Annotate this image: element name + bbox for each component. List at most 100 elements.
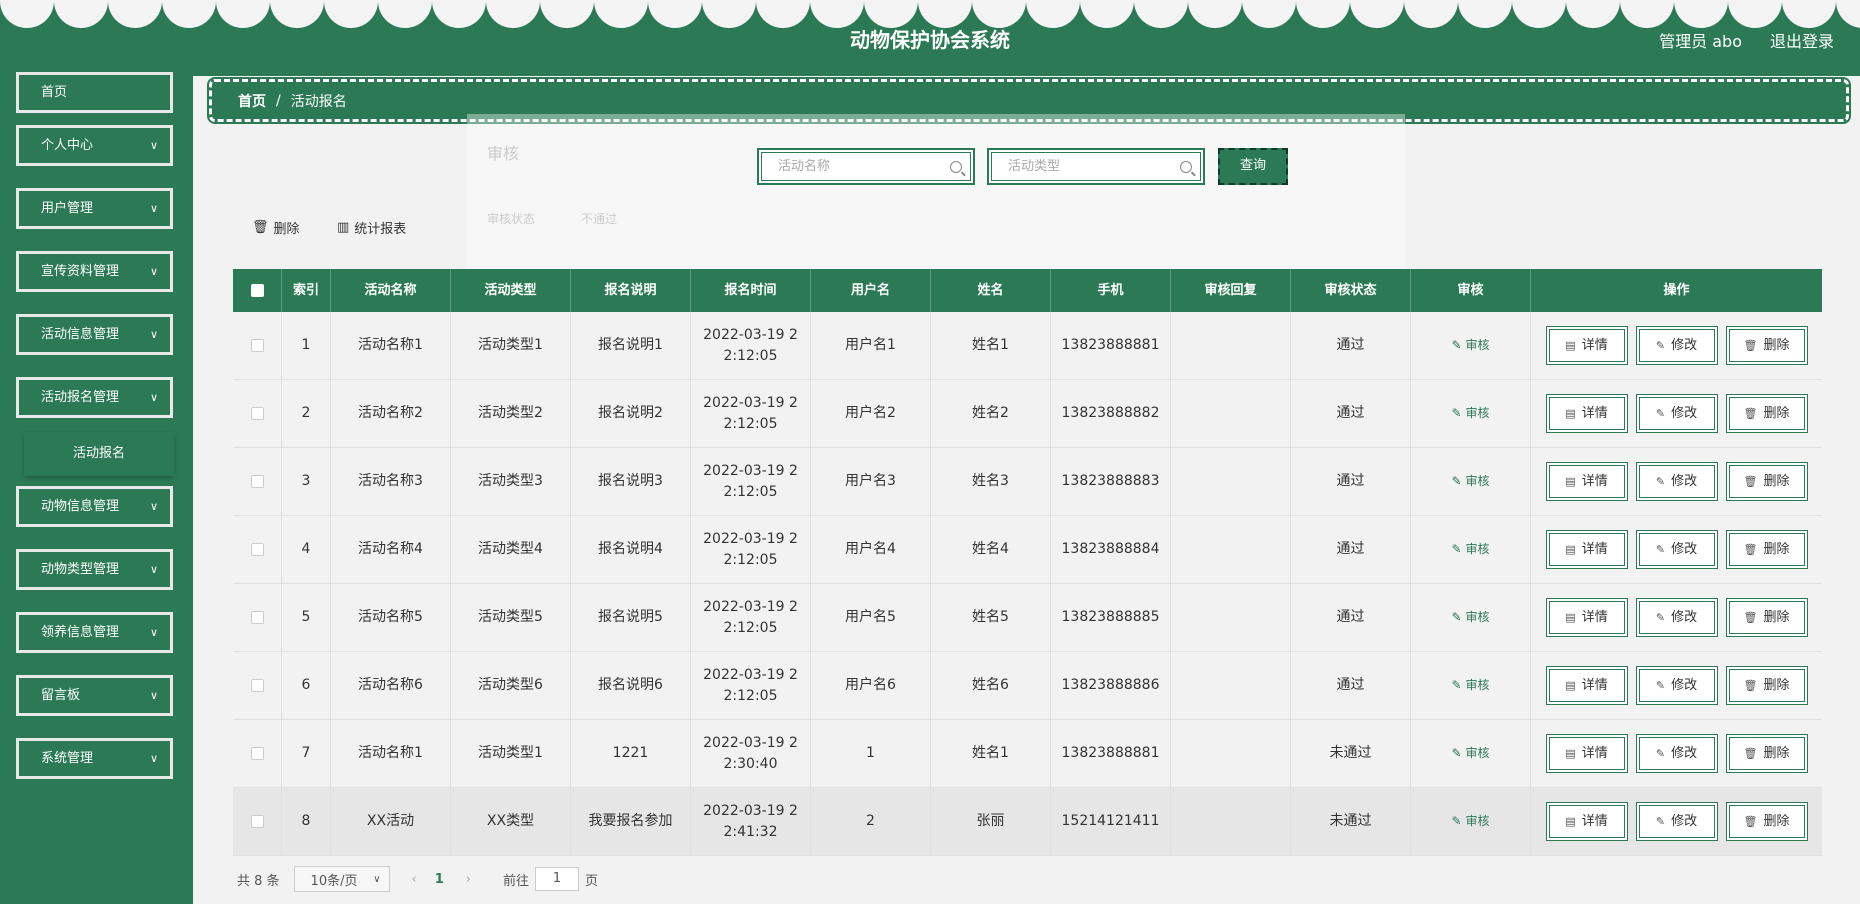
detail-button[interactable]: ▤ 详情	[1545, 326, 1628, 365]
delete-button[interactable]: 🗑 删除	[1725, 530, 1808, 569]
row-select-cell[interactable]	[233, 652, 282, 719]
sidebar-item-system-management[interactable]: 系统管理 ∨	[16, 738, 173, 779]
row-checkbox[interactable]	[250, 611, 264, 624]
header-select-all[interactable]	[233, 269, 282, 312]
cell-audit-reply	[1171, 516, 1291, 583]
cell-index: 2	[282, 380, 331, 447]
cell-audit-reply	[1171, 380, 1291, 447]
detail-button[interactable]: ▤ 详情	[1545, 802, 1628, 841]
edit-icon: ✎	[1655, 815, 1666, 828]
signup-time-line1: 2022-03-19 2	[703, 666, 798, 683]
sidebar-item-message-board[interactable]: 留言板 ∨	[16, 675, 173, 716]
row-checkbox[interactable]	[250, 679, 264, 692]
audit-link[interactable]: ✎ 审核	[1452, 471, 1490, 492]
sidebar-item-home[interactable]: 首页	[16, 72, 173, 113]
delete-button[interactable]: 🗑 删除	[1725, 598, 1808, 637]
detail-button[interactable]: ▤ 详情	[1545, 598, 1628, 637]
edit-button[interactable]: ✎ 修改	[1635, 802, 1718, 841]
sidebar-item-user-management[interactable]: 用户管理 ∨	[16, 188, 173, 229]
header-phone: 手机	[1051, 269, 1171, 312]
cell-audit-reply	[1171, 448, 1291, 515]
activity-name-input[interactable]	[778, 159, 950, 174]
row-select-cell[interactable]	[233, 448, 282, 515]
admin-user-label[interactable]: 管理员 abo	[1659, 28, 1742, 52]
sidebar-subitem-activity-signup[interactable]: 活动报名	[24, 432, 174, 476]
row-select-cell[interactable]	[233, 720, 282, 787]
query-button[interactable]: 查询	[1218, 148, 1288, 185]
edit-button[interactable]: ✎ 修改	[1635, 666, 1718, 705]
detail-button[interactable]: ▤ 详情	[1545, 394, 1628, 433]
activity-type-input[interactable]	[1008, 159, 1180, 174]
edit-button-label: 修改	[1671, 610, 1698, 625]
delete-button[interactable]: 🗑 删除	[1725, 734, 1808, 773]
edit-button[interactable]: ✎ 修改	[1635, 394, 1718, 433]
audit-link[interactable]: ✎ 审核	[1452, 743, 1490, 764]
edit-button[interactable]: ✎ 修改	[1635, 530, 1718, 569]
logout-button[interactable]: 退出登录	[1770, 28, 1834, 52]
sidebar-item-activity-signup[interactable]: 活动报名管理 ∨	[16, 377, 173, 418]
page-size-select[interactable]: 10条/页 ∨	[293, 866, 390, 892]
row-checkbox[interactable]	[250, 339, 264, 352]
chevron-down-icon: ∨	[149, 563, 158, 576]
statistics-report-button[interactable]: ▥ 统计报表	[337, 218, 406, 237]
row-checkbox[interactable]	[250, 407, 264, 420]
row-select-cell[interactable]	[233, 312, 282, 379]
pagination: 共 8 条 10条/页 ∨ ‹ 1 › 前往 1 页	[237, 866, 598, 892]
edit-button[interactable]: ✎ 修改	[1635, 734, 1718, 773]
page-number-current[interactable]: 1	[435, 872, 444, 887]
cell-audit-status: 未通过	[1291, 788, 1411, 855]
delete-button[interactable]: 🗑 删除	[1725, 326, 1808, 365]
row-checkbox[interactable]	[250, 747, 264, 760]
table-body: 1 活动名称1 活动类型1 报名说明1 2022-03-19 2 2:12:05 用户名1 姓…	[233, 312, 1822, 856]
cell-activity-name: 活动名称5	[331, 584, 451, 651]
audit-link[interactable]: ✎ 审核	[1452, 607, 1490, 628]
edit-button[interactable]: ✎ 修改	[1635, 462, 1718, 501]
goto-page-input[interactable]: 1	[535, 867, 580, 891]
detail-button[interactable]: ▤ 详情	[1545, 734, 1628, 773]
delete-button[interactable]: 🗑 删除	[1725, 666, 1808, 705]
trash-icon: 🗑	[1743, 407, 1758, 420]
cell-audit-status: 通过	[1291, 312, 1411, 379]
sidebar-item-adoption-info[interactable]: 领养信息管理 ∨	[16, 612, 173, 653]
row-checkbox[interactable]	[250, 475, 264, 488]
select-all-checkbox[interactable]	[250, 284, 264, 297]
sidebar-item-animal-info[interactable]: 动物信息管理 ∨	[16, 486, 173, 527]
row-select-cell[interactable]	[233, 788, 282, 855]
cell-audit: ✎ 审核	[1411, 652, 1531, 719]
sidebar-item-activity-info[interactable]: 活动信息管理 ∨	[16, 314, 173, 355]
breadcrumb-home[interactable]: 首页	[238, 91, 266, 111]
cell-activity-name: 活动名称6	[331, 652, 451, 719]
batch-delete-button[interactable]: 🗑 删除	[252, 218, 300, 237]
cell-signup-desc: 报名说明5	[571, 584, 691, 651]
detail-button[interactable]: ▤ 详情	[1545, 666, 1628, 705]
audit-link[interactable]: ✎ 审核	[1452, 539, 1490, 560]
edit-button[interactable]: ✎ 修改	[1635, 326, 1718, 365]
row-select-cell[interactable]	[233, 584, 282, 651]
detail-button[interactable]: ▤ 详情	[1545, 530, 1628, 569]
audit-link[interactable]: ✎ 审核	[1452, 335, 1490, 356]
delete-button[interactable]: 🗑 删除	[1725, 462, 1808, 501]
audit-link[interactable]: ✎ 审核	[1452, 675, 1490, 696]
row-checkbox[interactable]	[250, 815, 264, 828]
header-signup-time: 报名时间	[691, 269, 811, 312]
row-checkbox[interactable]	[250, 543, 264, 556]
delete-button[interactable]: 🗑 删除	[1725, 802, 1808, 841]
row-select-cell[interactable]	[233, 380, 282, 447]
cell-signup-desc: 报名说明3	[571, 448, 691, 515]
chevron-left-icon[interactable]: ‹	[412, 872, 417, 887]
detail-button[interactable]: ▤ 详情	[1545, 462, 1628, 501]
sidebar-item-animal-type[interactable]: 动物类型管理 ∨	[16, 549, 173, 590]
cell-activity-name: 活动名称1	[331, 312, 451, 379]
breadcrumb: 首页 / 活动报名	[207, 77, 1851, 124]
sidebar-item-publicity-management[interactable]: 宣传资料管理 ∨	[16, 251, 173, 292]
row-select-cell[interactable]	[233, 516, 282, 583]
edit-button-label: 修改	[1671, 542, 1698, 557]
delete-button[interactable]: 🗑 删除	[1725, 394, 1808, 433]
edit-button[interactable]: ✎ 修改	[1635, 598, 1718, 637]
chevron-right-icon[interactable]: ›	[466, 872, 471, 887]
sidebar-item-personal-center[interactable]: 个人中心 ∨	[16, 125, 173, 166]
audit-link[interactable]: ✎ 审核	[1452, 403, 1490, 424]
audit-link[interactable]: ✎ 审核	[1452, 811, 1490, 832]
cell-audit: ✎ 审核	[1411, 584, 1531, 651]
chevron-down-icon: ∨	[149, 626, 158, 639]
